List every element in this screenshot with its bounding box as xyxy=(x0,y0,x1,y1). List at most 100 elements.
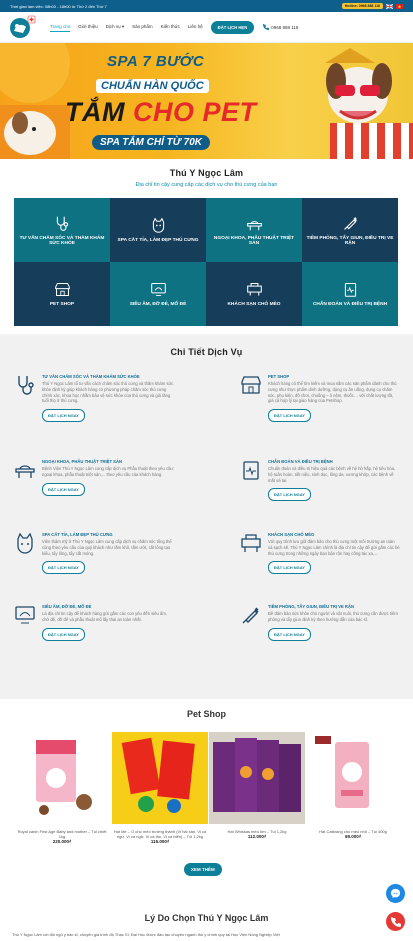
banner-headline-a: TẮM xyxy=(65,97,133,127)
main-header: Trang chủ Giới thiệu Dịch vụ ▾ Sản phẩm … xyxy=(0,12,413,43)
why-title: Lý Do Chọn Thú Y Ngọc Lâm xyxy=(144,913,269,923)
detail-text: Là địa chỉ tin cậy để khách hàng gửi gắm… xyxy=(42,611,168,622)
nav-services-label: Dịch vụ xyxy=(105,24,121,29)
service-grid: TƯ VẤN CHĂM SÓC VÀ THĂM KHÁM SỨC KHỎE SP… xyxy=(14,198,398,326)
uk-flag-icon[interactable] xyxy=(386,3,393,9)
detail-ultrasound: SIÊU ÂM, ĐỠ ĐẺ, MỔ ĐẺ Là địa chỉ tin cậy … xyxy=(14,604,174,641)
vn-flag-icon[interactable] xyxy=(396,3,403,9)
service-tile-surgery[interactable]: NGOẠI KHOA, PHẪU THUẬT TRIỆT SẢN xyxy=(206,198,302,262)
shop-icon xyxy=(241,376,261,394)
service-tile-vaccine[interactable]: TIÊM PHÒNG, TẨY GIUN, ĐIỀU TRỊ VE RẬN xyxy=(302,198,398,262)
detail-diagnosis: CHẨN ĐOÁN VÀ ĐIỀU TRỊ BỆNH Chuẩn đoán và … xyxy=(240,459,400,502)
header-phone[interactable]: 0968 888 118 xyxy=(263,24,298,30)
product-name[interactable]: Hạt Me – O cho mèo trưởng thành (Vị hải … xyxy=(112,829,208,839)
working-hours: Thời gian làm việc: 08h00 - 18h00 từ Thứ… xyxy=(10,3,107,9)
product-card[interactable]: Hạt Whiskas mèo lớn – Túi 1,2kg 112.000₫ xyxy=(209,732,305,847)
phone-icon xyxy=(390,916,401,927)
service-tile-ultrasound[interactable]: SIÊU ÂM, ĐỠ ĐẺ, MỔ ĐẺ xyxy=(110,262,206,326)
service-tile-label: KHÁCH SẠN CHÓ MÈO xyxy=(227,302,281,307)
nav-knowledge[interactable]: Kiến thức xyxy=(161,22,180,32)
ultrasound-icon xyxy=(150,283,166,296)
header-phone-number: 0968 888 118 xyxy=(271,24,299,30)
detail-spa: SPA CẮT TỈA, LÀM ĐẸP THÚ CƯNG Viên thảm m… xyxy=(14,532,174,575)
phone-icon xyxy=(263,24,270,30)
banner-price-pill: SPA TẮM CHỈ TỪ 70K xyxy=(92,135,210,150)
nav-products[interactable]: Sản phẩm xyxy=(132,22,153,32)
nav-services[interactable]: Dịch vụ ▾ xyxy=(106,22,125,32)
detail-heading: KHÁCH SẠN CHÓ MÈO xyxy=(268,532,315,537)
book-now-button[interactable]: ĐẶT LỊCH NGAY xyxy=(268,409,311,423)
product-name[interactable]: Royal canin First Age Baby and mother – … xyxy=(14,829,110,839)
product-price: 220.000₫ xyxy=(52,839,72,844)
detail-heading: SIÊU ÂM, ĐỠ ĐẺ, MỔ ĐẺ xyxy=(42,604,92,609)
service-tile-consult[interactable]: TƯ VẤN CHĂM SÓC VÀ THĂM KHÁM SỨC KHỎE xyxy=(14,198,110,262)
book-now-button[interactable]: ĐẶT LỊCH NGAY xyxy=(268,627,311,641)
book-appointment-button[interactable]: ĐẶT LỊCH HẸN xyxy=(210,20,255,34)
detail-heading: TIÊM PHÒNG, TẨY GIUN, ĐIỀU TRỊ VE RẬN xyxy=(268,604,355,609)
service-tile-petshop[interactable]: PET SHOP xyxy=(14,262,110,326)
surgery-table-icon xyxy=(15,465,35,478)
stethoscope-icon xyxy=(18,376,34,395)
service-tile-label: CHẨN ĐOÁN VÀ ĐIỀU TRỊ BỆNH xyxy=(312,302,388,307)
why-text: Thú Y Ngọc Lâm với đội ngũ y bác sĩ, chu… xyxy=(12,932,280,937)
intro-section: Thú Y Ngọc Lâm Địa chỉ tin cậy cung cấp … xyxy=(0,168,413,188)
detail-heading: PET SHOP xyxy=(268,374,290,379)
service-details-section: Chi Tiết Dịch Vụ TƯ VẤN CHĂM SÓC VÀ THĂM… xyxy=(0,334,413,699)
nav-home[interactable]: Trang chủ xyxy=(50,22,71,32)
book-now-button[interactable]: ĐẶT LỊCH NGAY xyxy=(42,482,85,496)
service-tile-hotel[interactable]: KHÁCH SẠN CHÓ MÈO xyxy=(206,262,302,326)
nav-about[interactable]: Giới thiệu xyxy=(78,22,97,32)
catsrang-bag-image xyxy=(315,736,369,808)
book-now-button[interactable]: ĐẶT LỊCH NGAY xyxy=(42,561,85,575)
detail-text: Đề đảm bảo sức khỏe cho người và vật nuô… xyxy=(268,611,398,622)
product-price: 69.000₫ xyxy=(344,834,362,839)
detail-text: Với quy trình lưu giữ đảm bảo cho thú cư… xyxy=(268,539,400,556)
hotel-icon xyxy=(246,283,262,296)
detail-heading: NGOẠI KHOA, PHẪU THUẬT TRIỆT SẢN xyxy=(42,459,123,464)
detail-text: Khách hàng có thể tìm kiếm và mua sắm cá… xyxy=(268,381,397,404)
product-card[interactable]: Royal canin First Age Baby and mother – … xyxy=(14,732,110,847)
service-tile-spa[interactable]: SPA CẮT TỈA, LÀM ĐẸP THÚ CƯNG xyxy=(110,198,206,262)
diagnosis-clipboard-icon xyxy=(243,461,259,480)
detail-petshop: PET SHOP Khách hàng có thể tìm kiếm và mu… xyxy=(240,374,400,423)
logo-icon xyxy=(10,15,36,38)
detail-text: Thú Y Ngọc Lâm tổ tư vấn cách chăm sóc t… xyxy=(42,381,174,404)
book-now-button[interactable]: ĐẶT LỊCH NGAY xyxy=(42,627,85,641)
banner-headline-b: CHO PET xyxy=(132,97,257,127)
product-image[interactable] xyxy=(112,732,208,824)
banner-line-1: SPA 7 BƯỚC xyxy=(107,53,205,70)
detail-heading: SPA CẮT TỈA, LÀM ĐẸP THÚ CƯNG xyxy=(42,532,113,537)
product-card[interactable]: Hạt Catsrang cho mèo nhỏ – Túi 400g 69.0… xyxy=(305,732,401,847)
phone-float-button[interactable] xyxy=(386,912,405,931)
cat-grooming-icon xyxy=(17,532,33,554)
view-more-button[interactable]: XEM THÊM xyxy=(184,863,222,876)
service-tile-label: NGOẠI KHOA, PHẪU THUẬT TRIỆT SẢN xyxy=(213,235,295,246)
service-tile-diagnosis[interactable]: CHẨN ĐOÁN VÀ ĐIỀU TRỊ BỆNH xyxy=(302,262,398,326)
product-image[interactable] xyxy=(209,732,305,824)
product-price: 115.000₫ xyxy=(150,839,170,844)
site-logo[interactable] xyxy=(8,15,36,39)
book-now-button[interactable]: ĐẶT LỊCH NGAY xyxy=(42,409,85,423)
petshop-title: Pet Shop xyxy=(186,709,226,719)
product-image[interactable] xyxy=(305,732,401,824)
service-tile-label: SPA CẮT TỈA, LÀM ĐẸP THÚ CƯNG xyxy=(117,238,199,243)
detail-text: Bệnh Viện Thú Y Ngọc Lâm cung cấp dịch v… xyxy=(42,466,174,477)
product-image[interactable] xyxy=(14,732,110,824)
hero-banner[interactable]: SPA 7 BƯỚC CHUẨN HÀN QUỐC TẮM CHO PET SP… xyxy=(0,43,413,159)
cat-grooming-icon xyxy=(152,217,164,233)
surgery-table-icon xyxy=(246,220,262,230)
book-now-button[interactable]: ĐẶT LỊCH NGAY xyxy=(268,488,311,502)
product-card[interactable]: Hạt Me – O cho mèo trưởng thành (Vị hải … xyxy=(112,732,208,847)
hotel-icon xyxy=(241,534,261,552)
nav-contact[interactable]: Liên hệ xyxy=(188,22,203,32)
whiskas-bag-image xyxy=(209,732,305,824)
detail-heading: CHẨN ĐOÁN VÀ ĐIỀU TRỊ BỆNH xyxy=(268,459,333,464)
shop-icon xyxy=(54,283,70,296)
book-now-button[interactable]: ĐẶT LỊCH NGAY xyxy=(268,561,311,575)
detail-vaccine: TIÊM PHÒNG, TẨY GIUN, ĐIỀU TRỊ VE RẬN Đề … xyxy=(240,604,400,641)
hotline-badge[interactable]: Hotline: 0968 888 118 xyxy=(341,3,383,9)
ultrasound-icon xyxy=(15,606,35,624)
service-tile-label: SIÊU ÂM, ĐỠ ĐẺ, MỔ ĐẺ xyxy=(129,302,187,307)
top-info-bar: Thời gian làm việc: 08h00 - 18h00 từ Thứ… xyxy=(0,0,413,12)
messenger-float-button[interactable] xyxy=(386,884,405,903)
